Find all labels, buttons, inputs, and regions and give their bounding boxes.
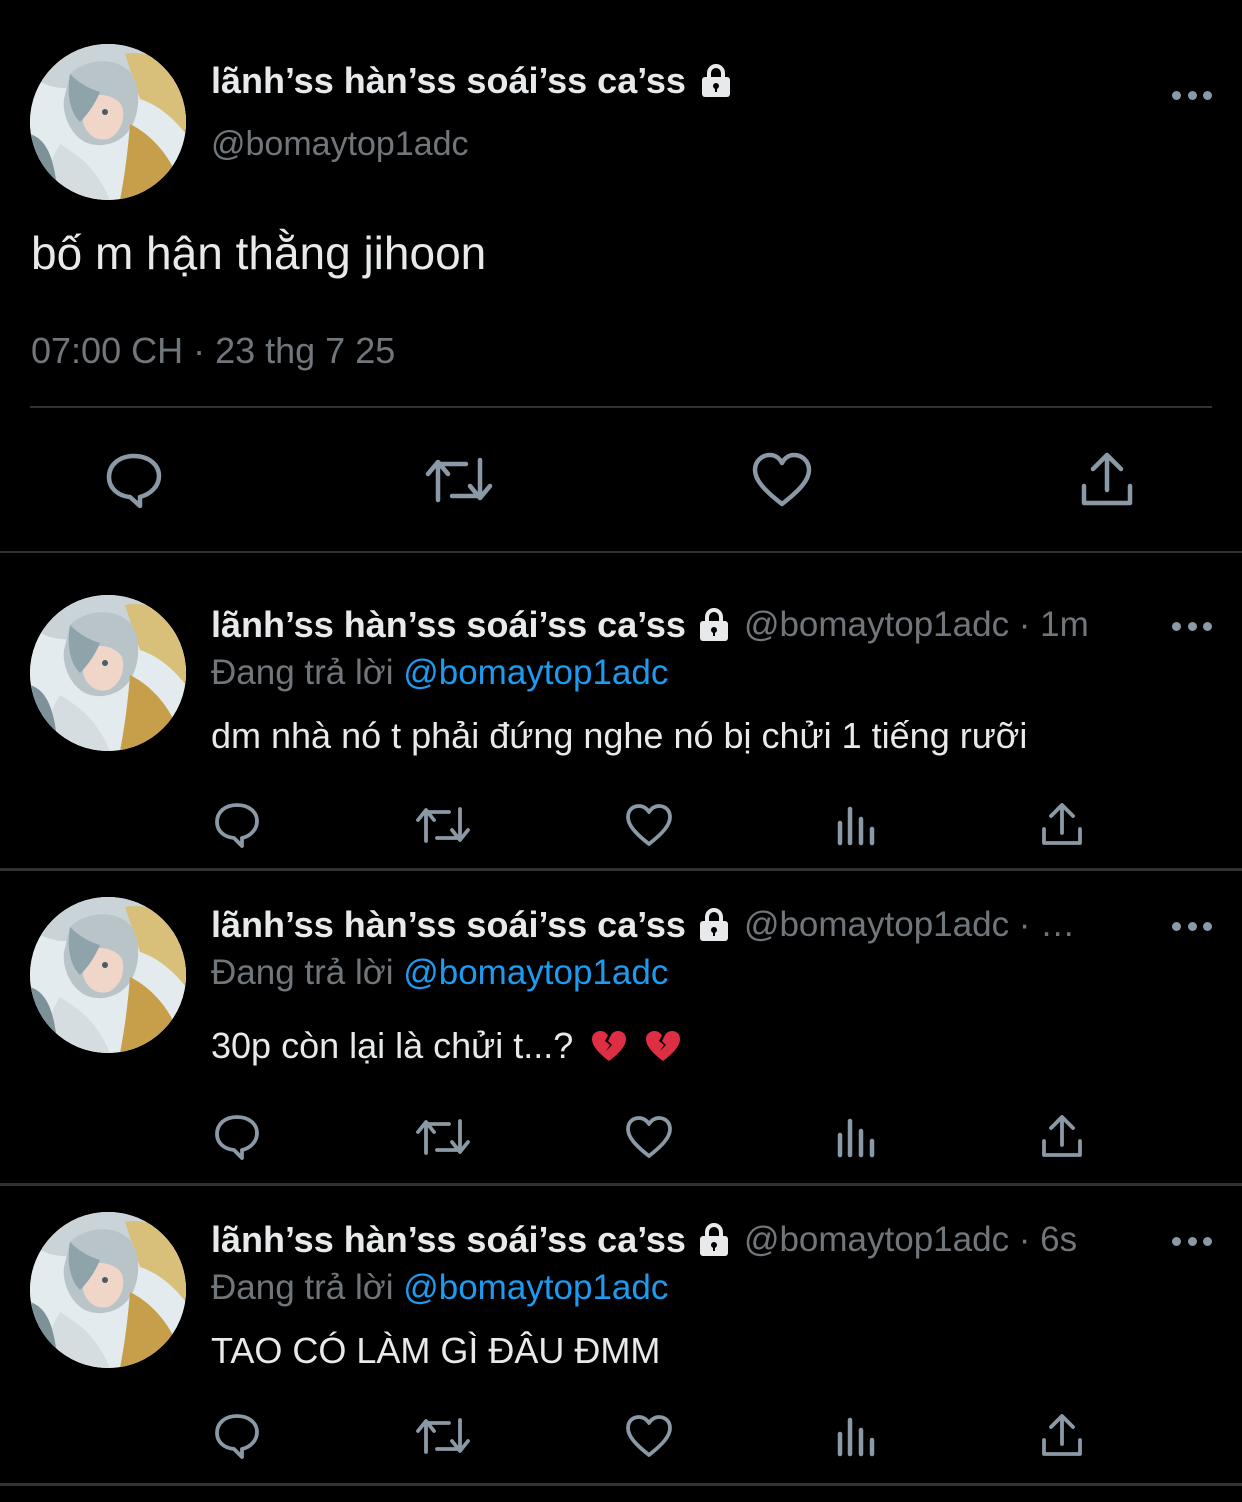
reply-tweet[interactable]: lãnh’ss hàn’ss soái’ss ca’ss @bomaytop1a…	[0, 871, 1242, 1186]
lock-icon	[700, 63, 732, 99]
author-name-text[interactable]: lãnh’ss hàn’ss soái’ss ca’ss	[211, 604, 686, 646]
reply-text: dm nhà nó t phải đứng nghe nó bị chửi 1 …	[211, 715, 1028, 756]
mention-link[interactable]: @bomaytop1adc	[403, 653, 668, 692]
like-icon[interactable]	[625, 1414, 673, 1458]
mention-link[interactable]: @bomaytop1adc	[403, 953, 668, 992]
reply-actions	[0, 1113, 1242, 1163]
like-icon[interactable]	[625, 1115, 673, 1159]
reply-header: lãnh’ss hàn’ss soái’ss ca’ss @bomaytop1a…	[211, 901, 1112, 949]
reply-header: lãnh’ss hàn’ss soái’ss ca’ss @bomaytop1a…	[211, 601, 1112, 649]
reply-text-content: 30p còn lại là chửi t...?	[211, 1025, 574, 1066]
replying-prefix: Đang trả lời	[211, 653, 394, 692]
analytics-icon[interactable]	[835, 1416, 877, 1458]
lock-icon	[698, 907, 730, 943]
lock-icon	[698, 607, 730, 643]
reply-icon[interactable]	[213, 1113, 261, 1161]
author-name[interactable]: lãnh’ss hàn’ss soái’ss ca’ss	[211, 904, 730, 946]
avatar[interactable]	[30, 44, 186, 200]
analytics-icon[interactable]	[835, 805, 877, 847]
avatar[interactable]	[30, 897, 186, 1053]
like-icon[interactable]	[752, 452, 812, 508]
more-icon[interactable]	[1172, 1234, 1212, 1248]
analytics-icon[interactable]	[835, 1117, 877, 1159]
divider	[30, 406, 1212, 408]
author-handle-meta[interactable]: @bomaytop1adc · 1m	[744, 605, 1089, 645]
tweet-text: bố m hận thằng jihoon	[31, 227, 487, 279]
tweet-actions	[0, 450, 1242, 512]
like-icon[interactable]	[625, 803, 673, 847]
replying-prefix: Đang trả lời	[211, 953, 394, 992]
more-icon[interactable]	[1172, 919, 1212, 933]
reply-icon[interactable]	[104, 450, 164, 510]
mention-link[interactable]: @bomaytop1adc	[403, 1268, 668, 1307]
reply-actions	[0, 801, 1242, 851]
author-name[interactable]: lãnh’ss hàn’ss soái’ss ca’ss	[211, 604, 730, 646]
retweet-icon[interactable]	[415, 1414, 471, 1458]
reply-tweet[interactable]: lãnh’ss hàn’ss soái’ss ca’ss @bomaytop1a…	[0, 553, 1242, 871]
share-icon[interactable]	[1040, 1113, 1084, 1159]
replying-to: Đang trả lời @bomaytop1adc	[211, 1268, 668, 1308]
replying-to: Đang trả lời @bomaytop1adc	[211, 653, 668, 693]
author-handle-meta[interactable]: @bomaytop1adc · 6s	[744, 1220, 1077, 1260]
author-name-text[interactable]: lãnh’ss hàn’ss soái’ss ca’ss	[211, 60, 686, 102]
broken-heart-emoji	[645, 1029, 681, 1061]
reply-text: 30p còn lại là chửi t...?	[211, 1025, 681, 1067]
reply-icon[interactable]	[213, 801, 261, 849]
author-handle-meta[interactable]: @bomaytop1adc · …	[744, 905, 1075, 945]
share-icon[interactable]	[1040, 801, 1084, 847]
avatar[interactable]	[30, 595, 186, 751]
author-name[interactable]: lãnh’ss hàn’ss soái’ss ca’ss	[211, 1219, 730, 1261]
retweet-icon[interactable]	[424, 452, 494, 508]
replying-to: Đang trả lời @bomaytop1adc	[211, 953, 668, 993]
reply-text: TAO CÓ LÀM GÌ ĐÂU ĐMM	[211, 1330, 661, 1371]
more-icon[interactable]	[1172, 88, 1212, 102]
author-name-text[interactable]: lãnh’ss hàn’ss soái’ss ca’ss	[211, 1219, 686, 1261]
share-icon[interactable]	[1040, 1412, 1084, 1458]
tweet-timestamp[interactable]: 07:00 CH · 23 thg 7 25	[31, 330, 395, 372]
broken-heart-emoji	[591, 1029, 627, 1061]
avatar[interactable]	[30, 1212, 186, 1368]
reply-tweet[interactable]: lãnh’ss hàn’ss soái’ss ca’ss @bomaytop1a…	[0, 1186, 1242, 1486]
lock-icon	[698, 1222, 730, 1258]
author-handle[interactable]: @bomaytop1adc	[211, 125, 469, 164]
retweet-icon[interactable]	[415, 1115, 471, 1159]
main-tweet: lãnh’ss hàn’ss soái’ss ca’ss @bomaytop1a…	[0, 0, 1242, 553]
reply-icon[interactable]	[213, 1412, 261, 1460]
reply-header: lãnh’ss hàn’ss soái’ss ca’ss @bomaytop1a…	[211, 1216, 1112, 1264]
author-name[interactable]: lãnh’ss hàn’ss soái’ss ca’ss	[211, 60, 732, 102]
share-icon[interactable]	[1080, 450, 1134, 508]
reply-actions	[0, 1412, 1242, 1462]
more-icon[interactable]	[1172, 619, 1212, 633]
author-name-text[interactable]: lãnh’ss hàn’ss soái’ss ca’ss	[211, 904, 686, 946]
retweet-icon[interactable]	[415, 803, 471, 847]
replying-prefix: Đang trả lời	[211, 1268, 394, 1307]
